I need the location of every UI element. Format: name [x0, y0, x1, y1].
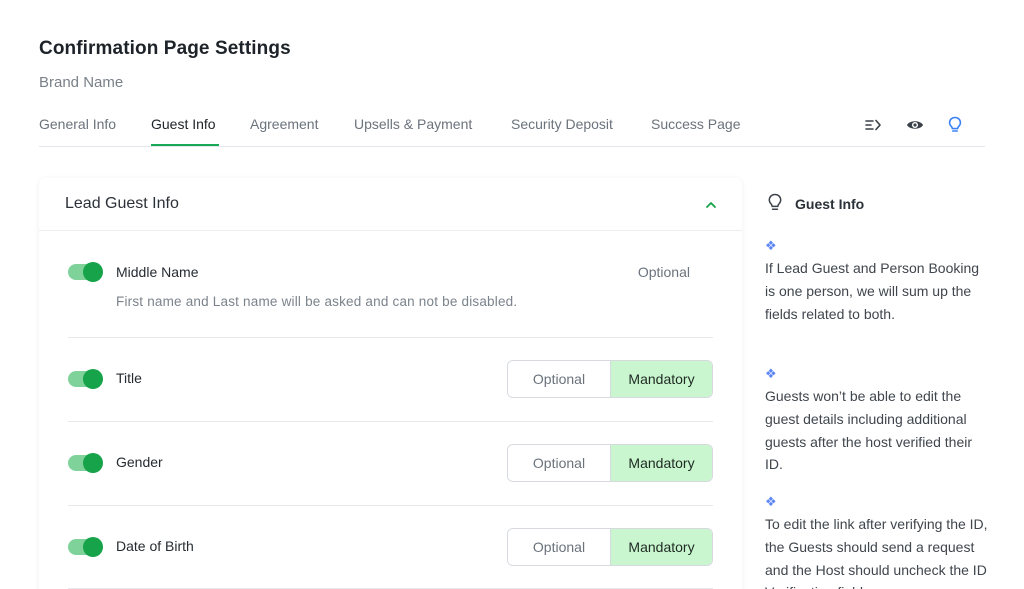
help-tip: If Lead Guest and Person Booking is one … [765, 260, 980, 322]
tab-general-info[interactable]: General Info [39, 116, 116, 132]
mandatory-option[interactable]: Mandatory [610, 445, 712, 481]
list-collapse-icon[interactable] [865, 116, 883, 134]
field-hint: First name and Last name will be asked a… [116, 294, 518, 309]
field-label: Middle Name [116, 264, 199, 280]
field-row-middle-name: Middle Name Optional First name and Last… [68, 262, 713, 312]
gender-toggle[interactable] [68, 453, 103, 473]
bullet-icon: ❖ [765, 494, 777, 509]
brand-name: Brand Name [39, 74, 124, 91]
optional-option[interactable]: Optional [508, 361, 610, 397]
field-row-date-of-birth: Date of Birth Optional Mandatory [68, 528, 713, 568]
toggle-knob [83, 369, 103, 389]
bullet-icon: ❖ [765, 366, 777, 381]
lightbulb-icon [768, 193, 782, 210]
middle-name-toggle[interactable] [68, 262, 103, 282]
optional-option[interactable]: Optional [508, 445, 610, 481]
requirement-selector: Optional Mandatory [507, 360, 713, 398]
bullet-icon: ❖ [765, 238, 777, 253]
card-title: Lead Guest Info [65, 195, 179, 212]
row-divider [68, 337, 713, 338]
field-row-title: Title Optional Mandatory [68, 360, 713, 400]
tab-upsells-payment[interactable]: Upsells & Payment [354, 116, 472, 132]
tab-security-deposit[interactable]: Security Deposit [511, 116, 613, 132]
tab-bar: General Info Guest Info Agreement Upsell… [39, 110, 985, 147]
lead-guest-info-card: Lead Guest Info Middle Name Optional Fir… [39, 178, 742, 589]
chevron-up-icon[interactable] [702, 196, 720, 214]
row-divider [68, 505, 713, 506]
tab-agreement[interactable]: Agreement [250, 116, 318, 132]
optional-option[interactable]: Optional [508, 529, 610, 565]
help-tip: To edit the link after verifying the ID,… [765, 516, 988, 589]
row-divider [68, 421, 713, 422]
tab-guest-info[interactable]: Guest Info [151, 116, 216, 132]
field-label: Title [116, 370, 142, 386]
card-header[interactable]: Lead Guest Info [39, 178, 742, 231]
tab-success-page[interactable]: Success Page [651, 116, 741, 132]
toggle-knob [83, 453, 103, 473]
toggle-knob [83, 537, 103, 557]
field-label: Gender [116, 454, 163, 470]
requirement-label: Optional [637, 264, 690, 280]
toolbar-icons [865, 116, 975, 134]
date-of-birth-toggle[interactable] [68, 537, 103, 557]
requirement-selector: Optional Mandatory [507, 444, 713, 482]
active-tab-indicator [151, 144, 219, 146]
help-tip: Guests won’t be able to edit the guest d… [765, 388, 972, 473]
requirement-selector: Optional Mandatory [507, 528, 713, 566]
mandatory-option[interactable]: Mandatory [610, 361, 712, 397]
lightbulb-icon[interactable] [946, 116, 964, 134]
page-title: Confirmation Page Settings [39, 38, 291, 59]
field-label: Date of Birth [116, 538, 194, 554]
eye-icon[interactable] [906, 116, 924, 134]
help-panel-title: Guest Info [795, 196, 865, 212]
field-row-gender: Gender Optional Mandatory [68, 444, 713, 484]
title-toggle[interactable] [68, 369, 103, 389]
mandatory-option[interactable]: Mandatory [610, 529, 712, 565]
toggle-knob [83, 262, 103, 282]
